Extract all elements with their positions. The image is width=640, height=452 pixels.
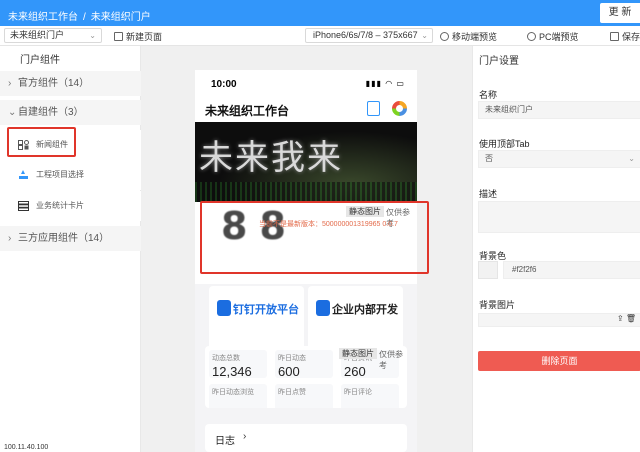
diary-label: 日志 [215, 436, 235, 447]
stats-card-preview[interactable]: 动态总数 12,346 昨日动态 600 昨日资讯 260 昨日动态浏览 昨日点… [205, 346, 407, 408]
chevron-down-icon: ⌄ [628, 154, 635, 163]
settings-panel: 门户设置 名称 未来组织门户 使用顶部Tab 否 ⌄ 描述 背景色 #f2f2f… [472, 46, 640, 452]
document-icon[interactable] [367, 101, 380, 116]
pc-preview-button[interactable]: PC端预览 [527, 30, 579, 43]
stat-value: 260 [344, 364, 366, 379]
device-select[interactable]: iPhone6/6s/7/8 – 375x667 ⌄ [305, 28, 433, 43]
mobile-preview-button[interactable]: 移动端预览 [440, 30, 497, 43]
breadcrumb: 未来组织工作台 / 未来组织门户 [8, 8, 151, 23]
bg-color-swatch[interactable] [478, 261, 498, 279]
banner-lights [195, 182, 417, 202]
bg-color-field[interactable]: #f2f2f6 [503, 261, 640, 279]
reference-note: 仅供参考 [379, 350, 403, 370]
portal-select[interactable]: 未来组织门户 ⌄ [4, 28, 102, 43]
breadcrumb-separator: / [83, 12, 86, 23]
description-field[interactable] [478, 201, 640, 233]
stat-label: 昨日点赞 [278, 389, 306, 396]
bg-image-label: 背景图片 [479, 300, 516, 310]
new-page-button[interactable]: 新建页面 [114, 30, 162, 43]
new-page-icon [114, 32, 123, 41]
status-time: 10:00 [211, 79, 237, 90]
project-icon [19, 170, 28, 179]
stat-label: 昨日评论 [344, 389, 372, 396]
banner-text: 未来我来 [199, 138, 343, 178]
top-tab-value: 否 [485, 154, 493, 163]
stat-item: 昨日评论 [341, 384, 399, 408]
settings-panel-title: 门户设置 [479, 56, 519, 67]
chevron-down-icon: ⌄ [89, 31, 96, 40]
top-tab-select[interactable]: 否 ⌄ [478, 150, 640, 168]
stat-item: 昨日动态浏览 [209, 384, 267, 408]
name-label: 名称 [479, 90, 498, 100]
description-label: 描述 [479, 189, 498, 199]
mobile-preview-label: 移动端预览 [452, 32, 498, 42]
enterprise-dev-icon [316, 300, 330, 316]
stat-label: 昨日动态 [278, 355, 306, 362]
component-panel: 门户组件 › 官方组件（14） ⌄ 自建组件（3） 新闻组件 工程项目选择 业务统计… [0, 46, 141, 452]
portal-select-value: 未来组织门户 [10, 30, 65, 40]
app-name: 企业内部开发 [332, 304, 398, 316]
signal-wifi-battery-icon: ▮▮▮ ◠ ▭ [365, 79, 405, 88]
stats-icon [18, 201, 29, 211]
stat-label: 昨日动态浏览 [212, 389, 254, 396]
eye-icon [440, 32, 449, 41]
chevron-right-icon: › [243, 431, 247, 442]
component-project[interactable]: 工程项目选择 [0, 160, 141, 190]
eye-icon [527, 32, 536, 41]
group-third-party-label: 三方应用组件（14） [18, 233, 110, 244]
component-stats[interactable]: 业务统计卡片 [0, 191, 141, 221]
delete-page-button[interactable]: 删除页面 [478, 351, 640, 371]
top-tab-label: 使用顶部Tab [479, 139, 530, 149]
save-label: 保存 [622, 32, 640, 42]
group-custom[interactable]: ⌄ 自建组件（3） [0, 100, 141, 125]
update-button[interactable]: 更 新 [600, 3, 640, 23]
app-title: 未来组织工作台 [205, 104, 290, 118]
chevron-right-icon: › [8, 78, 12, 89]
breadcrumb-app[interactable]: 未来组织工作台 [8, 12, 78, 23]
banner-image[interactable]: 未来我来 [195, 122, 417, 202]
group-third-party[interactable]: › 三方应用组件（14） [0, 226, 141, 251]
chevron-right-icon: › [8, 233, 12, 244]
name-field[interactable]: 未来组织门户 [478, 101, 640, 119]
group-custom-label: 自建组件（3） [18, 107, 84, 118]
stat-value: 12,346 [212, 364, 252, 379]
chevron-down-icon: ⌄ [8, 107, 17, 118]
news-preview-highlight [200, 201, 429, 274]
stat-value: 600 [278, 364, 300, 379]
bg-image-field[interactable]: ⇪ 🗑 [478, 313, 640, 327]
new-page-label: 新建页面 [126, 32, 163, 42]
chevron-down-icon: ⌄ [421, 31, 428, 40]
app-name: 钉钉开放平台 [233, 304, 299, 316]
component-project-label: 工程项目选择 [36, 170, 84, 179]
stat-label: 动态总数 [212, 355, 240, 362]
group-official-label: 官方组件（14） [18, 78, 90, 89]
group-official[interactable]: › 官方组件（14） [0, 71, 141, 96]
app-header: 未来组织工作台 [195, 96, 417, 122]
top-bar: 未来组织工作台 / 未来组织门户 更 新 [0, 0, 640, 26]
toolbar: 未来组织门户 ⌄ 新建页面 iPhone6/6s/7/8 – 375x667 ⌄… [0, 26, 640, 46]
static-image-tag: 静态图片 [339, 348, 377, 359]
breadcrumb-page: 未来组织门户 [90, 12, 151, 23]
status-bar: 10:00 ▮▮▮ ◠ ▭ [195, 70, 417, 96]
avatar[interactable] [392, 101, 407, 116]
diary-entry[interactable]: 日志 › [205, 424, 407, 452]
footer-stamp: 100.11.40.100 [2, 444, 51, 451]
component-stats-label: 业务统计卡片 [36, 201, 84, 210]
component-panel-title: 门户组件 [20, 55, 60, 66]
device-select-value: iPhone6/6s/7/8 – 375x667 [313, 30, 418, 40]
pc-preview-label: PC端预览 [539, 32, 579, 42]
upload-delete-icons[interactable]: ⇪ 🗑 [617, 314, 636, 323]
news-component-highlight [7, 127, 76, 157]
stat-item: 昨日点赞 [275, 384, 333, 408]
stat-item: 动态总数 12,346 [209, 350, 267, 379]
design-canvas: 10:00 ▮▮▮ ◠ ▭ 未来组织工作台 未来我来 88 静态图片 仅供参考 … [141, 46, 472, 452]
stat-item: 昨日动态 600 [275, 350, 333, 379]
dingtalk-icon [217, 300, 231, 316]
save-button[interactable]: 保存 [610, 30, 640, 43]
save-icon [610, 32, 619, 41]
